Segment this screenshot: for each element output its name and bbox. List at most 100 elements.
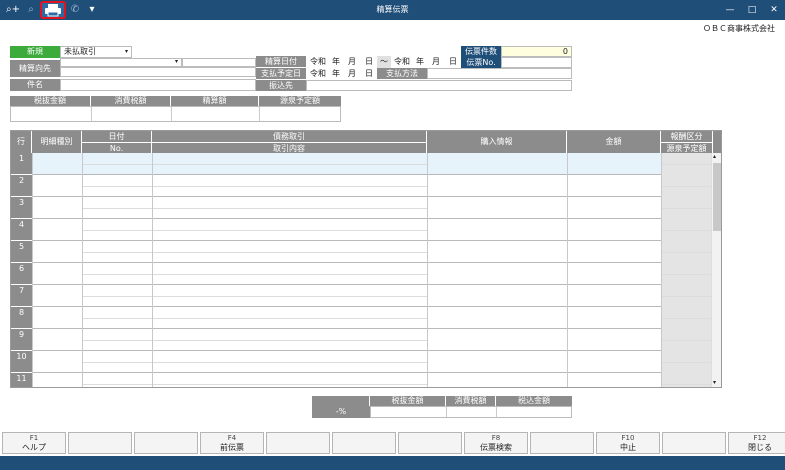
grid-cell[interactable] [152,351,427,373]
grid-cell[interactable] [152,373,427,387]
grid-cell[interactable] [32,153,82,175]
grid-cell[interactable] [82,351,152,373]
grid-cell[interactable] [152,153,427,175]
grid-cell[interactable] [567,197,661,219]
table-row[interactable]: 2 [11,175,713,197]
table-row[interactable]: 9 [11,329,713,351]
settle-date-from[interactable]: 令和 年 月 日 [308,56,376,67]
grid-cell[interactable] [82,307,152,329]
grid-cell[interactable] [661,175,713,197]
fkey-f1-button[interactable]: F1 ヘルプ [2,432,66,454]
grid-cell[interactable] [152,285,427,307]
grid-cell[interactable] [32,373,82,387]
grid-cell[interactable] [661,373,713,387]
grid-cell[interactable] [32,219,82,241]
grid-cell[interactable] [32,307,82,329]
grid-cell[interactable] [152,197,427,219]
vertical-scrollbar[interactable]: ▴ ▾ [711,153,721,387]
maximize-button[interactable]: □ [741,0,763,20]
scroll-up-icon[interactable]: ▴ [713,151,716,163]
grid-cell[interactable] [82,285,152,307]
table-row[interactable]: 4 [11,219,713,241]
grid-cell[interactable] [82,219,152,241]
grid-cell[interactable] [32,329,82,351]
grid-cell[interactable] [567,241,661,263]
grid-cell[interactable] [152,175,427,197]
payee-code-input[interactable]: ▾ [60,58,182,67]
fkey-blank-button[interactable] [134,432,198,454]
grid-cell[interactable] [152,307,427,329]
grid-cell[interactable] [661,307,713,329]
grid-cell[interactable] [427,175,567,197]
fkey-f10-button[interactable]: F10 中止 [596,432,660,454]
grid-cell[interactable] [32,285,82,307]
fkey-f8-button[interactable]: F8 伝票検索 [464,432,528,454]
grid-cell[interactable] [32,351,82,373]
grid-cell[interactable] [661,351,713,373]
grid-cell[interactable] [427,197,567,219]
table-row[interactable]: 1 [11,153,713,175]
grid-cell[interactable] [427,307,567,329]
table-row[interactable]: 11 [11,373,713,387]
grid-cell[interactable] [152,241,427,263]
scroll-down-icon[interactable]: ▾ [713,377,716,387]
grid-cell[interactable] [427,219,567,241]
grid-cell[interactable] [567,373,661,387]
table-row[interactable]: 8 [11,307,713,329]
grid-cell[interactable] [82,153,152,175]
grid-cell[interactable] [82,197,152,219]
grid-cell[interactable] [152,219,427,241]
grid-cell[interactable] [567,307,661,329]
grid-cell[interactable] [661,285,713,307]
scroll-thumb[interactable] [713,163,721,231]
close-button[interactable]: ✕ [763,0,785,20]
grid-cell[interactable] [427,285,567,307]
table-row[interactable]: 7 [11,285,713,307]
grid-cell[interactable] [427,373,567,387]
fkey-blank-button[interactable] [332,432,396,454]
grid-cell[interactable] [661,263,713,285]
grid-cell[interactable] [427,153,567,175]
table-row[interactable]: 6 [11,263,713,285]
grid-cell[interactable] [567,219,661,241]
fkey-blank-button[interactable] [266,432,330,454]
grid-cell[interactable] [661,329,713,351]
subject-input[interactable] [60,79,256,91]
fkey-blank-button[interactable] [398,432,462,454]
grid-cell[interactable] [567,329,661,351]
type-select[interactable]: 未払取引 ▾ [60,46,132,58]
grid-cell[interactable] [661,197,713,219]
minimize-button[interactable]: — [719,0,741,20]
grid-cell[interactable] [427,263,567,285]
fkey-f12-button[interactable]: F12 閉じる [728,432,785,454]
grid-cell[interactable] [567,351,661,373]
grid-cell[interactable] [661,153,713,175]
slip-no-input[interactable] [501,57,572,68]
settle-date-to[interactable]: 令和 年 月 日 [392,56,460,67]
grid-cell[interactable] [82,241,152,263]
grid-cell[interactable] [32,175,82,197]
pay-method-input[interactable] [427,68,572,79]
grid-cell[interactable] [82,263,152,285]
table-row[interactable]: 5 [11,241,713,263]
transfer-input[interactable] [306,80,572,91]
grid-cell[interactable] [427,351,567,373]
table-row[interactable]: 10 [11,351,713,373]
grid-cell[interactable] [661,219,713,241]
grid-cell[interactable] [32,263,82,285]
grid-cell[interactable] [32,197,82,219]
table-row[interactable]: 3 [11,197,713,219]
grid-cell[interactable] [82,329,152,351]
pay-due-date-input[interactable]: 令和 年 月 日 [308,68,376,79]
grid-cell[interactable] [567,263,661,285]
grid-cell[interactable] [567,285,661,307]
grid-cell[interactable] [82,373,152,387]
grid-cell[interactable] [427,241,567,263]
fkey-blank-button[interactable] [662,432,726,454]
grid-cell[interactable] [32,241,82,263]
fkey-blank-button[interactable] [68,432,132,454]
grid-cell[interactable] [152,263,427,285]
grid-cell[interactable] [82,175,152,197]
fkey-blank-button[interactable] [530,432,594,454]
grid-cell[interactable] [661,241,713,263]
